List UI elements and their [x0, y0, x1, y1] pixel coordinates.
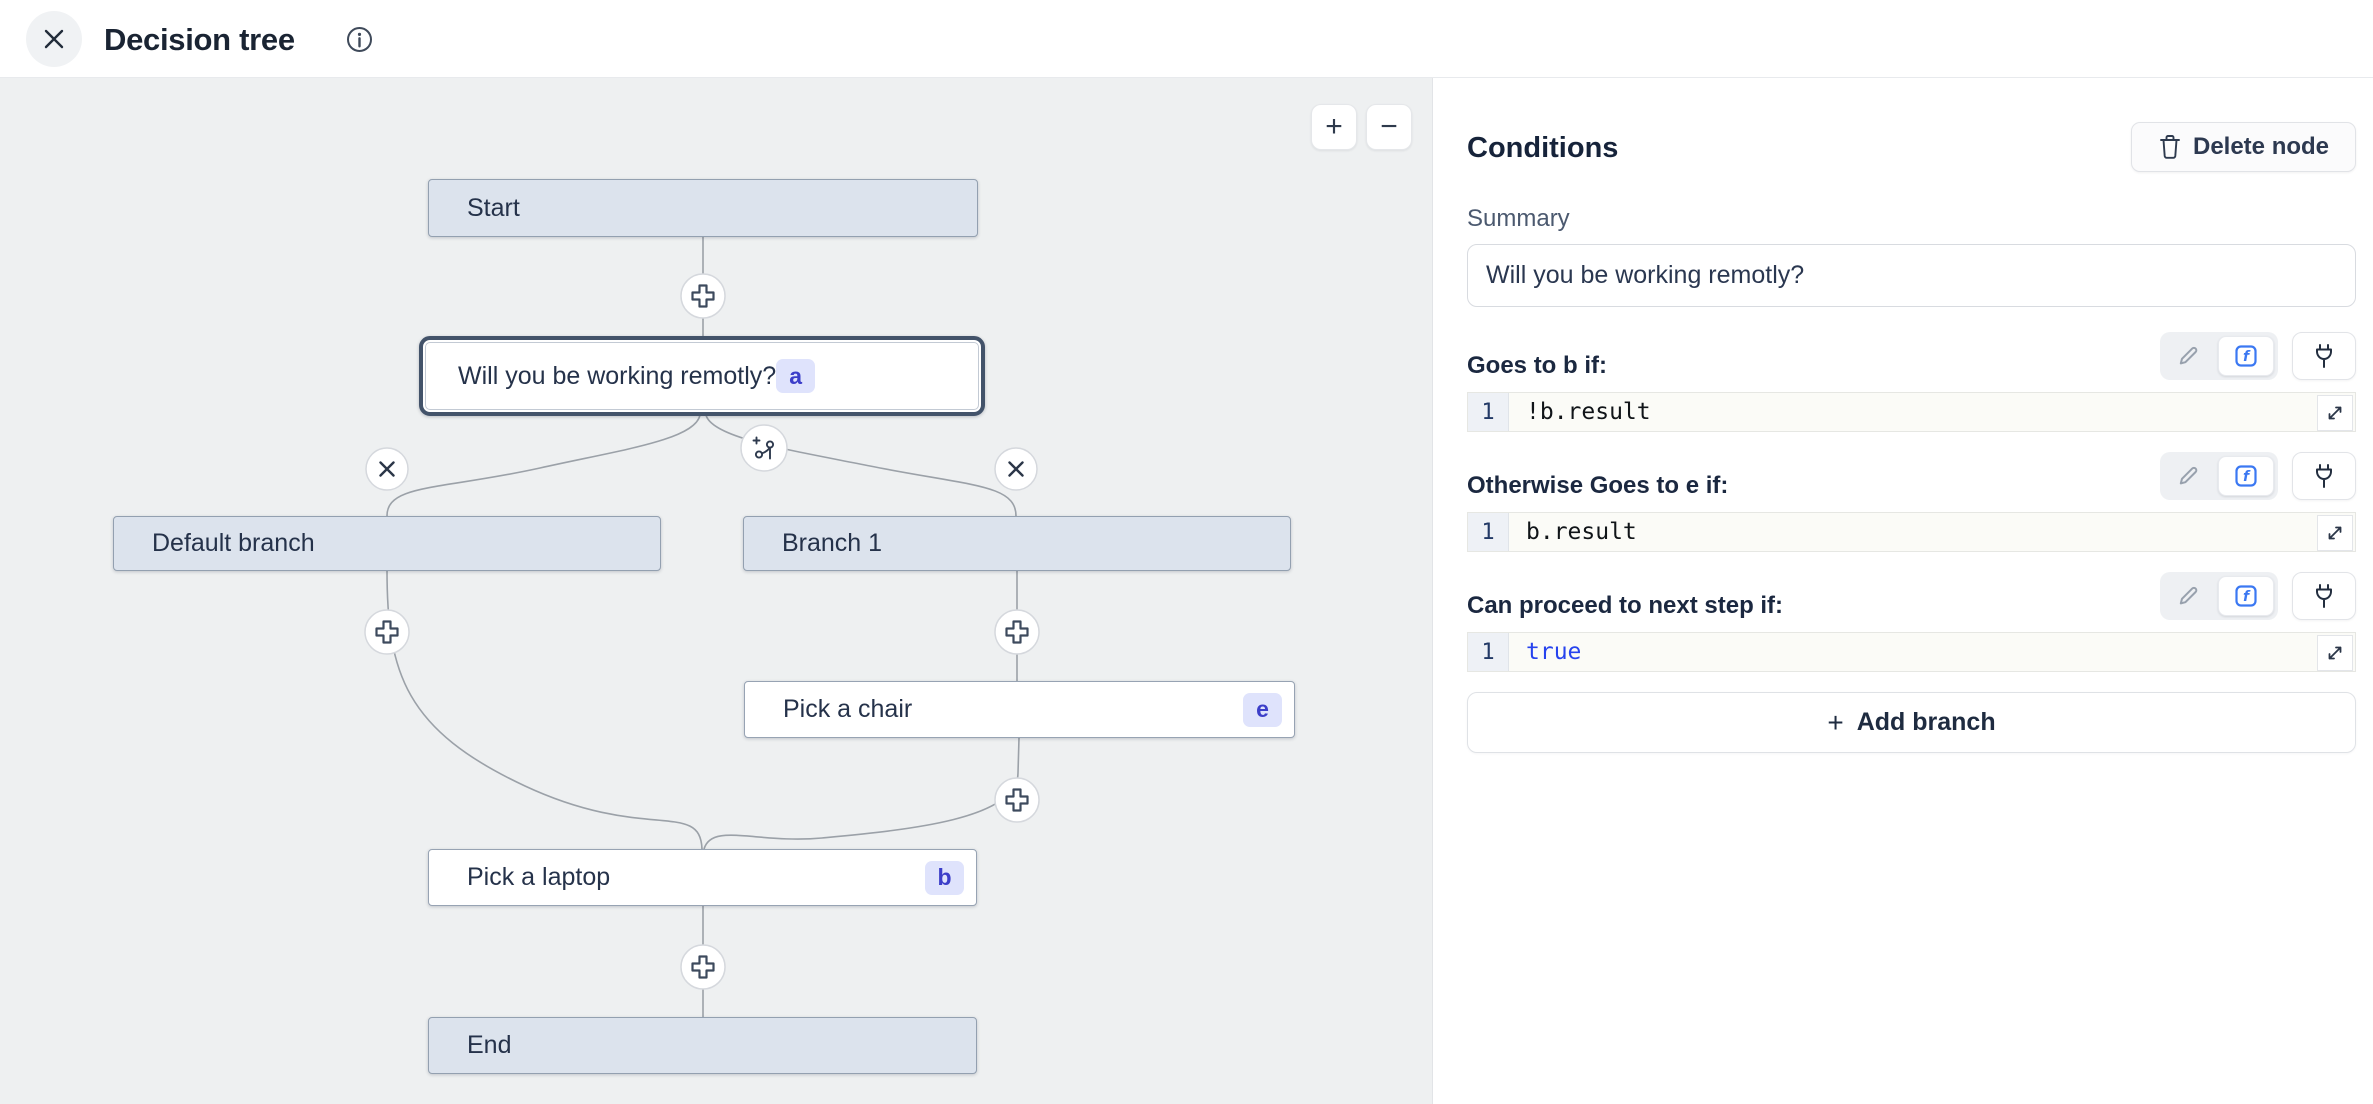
text-mode-button[interactable]: [2160, 345, 2218, 367]
node-pick-chair[interactable]: Pick a chair e: [744, 681, 1295, 738]
node-label: Will you be working remotly?: [458, 362, 776, 391]
add-node-button[interactable]: [681, 274, 725, 318]
add-node-button[interactable]: [995, 778, 1039, 822]
summary-label: Summary: [1467, 205, 1570, 233]
line-number: 1: [1468, 393, 1509, 431]
connect-data-button[interactable]: [2292, 332, 2356, 380]
expand-icon: [2325, 523, 2345, 543]
expand-icon: [2325, 643, 2345, 663]
text-mode-button[interactable]: [2160, 465, 2218, 487]
svg-text:f: f: [2243, 469, 2251, 485]
plug-icon: [2311, 463, 2337, 489]
expand-editor-button[interactable]: [2317, 515, 2353, 551]
node-question-selected[interactable]: Will you be working remotly? a: [419, 336, 985, 416]
code-value: !b.result: [1509, 393, 1651, 431]
delete-node-label: Delete node: [2193, 133, 2329, 161]
condition-label: Otherwise Goes to e if:: [1467, 472, 1728, 500]
conditions-panel: Conditions Delete node Summary Will you …: [1433, 78, 2373, 1104]
editor-mode-toggle: f: [2160, 452, 2278, 500]
node-branch-1[interactable]: Branch 1: [743, 516, 1291, 571]
minus-icon: −: [1380, 112, 1398, 142]
function-icon: f: [2234, 584, 2258, 608]
code-value: b.result: [1509, 513, 1637, 551]
code-editor-otherwise-goes-to-e[interactable]: 1 b.result: [1467, 512, 2356, 552]
pencil-icon: [2178, 345, 2200, 367]
condition-row-header: Goes to b if: f: [1467, 331, 2356, 381]
page-title: Decision tree: [104, 22, 295, 58]
node-label: Pick a chair: [783, 695, 1243, 724]
trash-icon: [2158, 134, 2182, 160]
node-end[interactable]: End: [428, 1017, 977, 1074]
node-label: Start: [467, 194, 977, 223]
add-branch-label: Add branch: [1857, 708, 1996, 737]
delete-node-button[interactable]: Delete node: [2131, 122, 2356, 172]
plug-icon: [2311, 583, 2337, 609]
close-button[interactable]: [26, 11, 82, 67]
node-label: Branch 1: [782, 529, 1290, 558]
add-node-button[interactable]: [681, 945, 725, 989]
panel-title: Conditions: [1467, 132, 1618, 165]
flow-canvas[interactable]: Start Will you be working remotly? a Def…: [0, 78, 1433, 1104]
pencil-icon: [2178, 585, 2200, 607]
add-branch-fork-button[interactable]: [741, 425, 787, 471]
condition-row-header: Otherwise Goes to e if: f: [1467, 451, 2356, 501]
info-icon[interactable]: [346, 26, 373, 53]
close-icon: [42, 27, 66, 51]
node-pick-laptop[interactable]: Pick a laptop b: [428, 849, 977, 906]
function-icon: f: [2234, 464, 2258, 488]
node-badge: a: [776, 359, 815, 393]
expand-icon: [2325, 403, 2345, 423]
summary-value: Will you be working remotly?: [1486, 261, 1804, 290]
code-value: true: [1509, 633, 1581, 671]
code-editor-goes-to-b[interactable]: 1 !b.result: [1467, 392, 2356, 432]
node-badge: e: [1243, 693, 1282, 727]
line-number: 1: [1468, 513, 1509, 551]
text-mode-button[interactable]: [2160, 585, 2218, 607]
delete-edge-button-right[interactable]: [995, 448, 1037, 490]
add-node-button[interactable]: [365, 610, 409, 654]
decision-tree-editor: Decision tree: [0, 0, 2373, 1104]
add-node-button[interactable]: [995, 610, 1039, 654]
connect-data-button[interactable]: [2292, 572, 2356, 620]
pencil-icon: [2178, 465, 2200, 487]
condition-row-header: Can proceed to next step if: f: [1467, 571, 2356, 621]
connect-data-button[interactable]: [2292, 452, 2356, 500]
plus-icon: +: [1325, 112, 1343, 142]
node-label: Pick a laptop: [467, 863, 925, 892]
editor-mode-toggle: f: [2160, 332, 2278, 380]
fx-mode-button[interactable]: f: [2218, 456, 2274, 496]
editor-mode-toggle: f: [2160, 572, 2278, 620]
header: Decision tree: [0, 0, 2373, 78]
condition-label: Can proceed to next step if:: [1467, 592, 1783, 620]
node-label: Default branch: [152, 529, 660, 558]
svg-text:f: f: [2243, 349, 2251, 365]
node-label: End: [467, 1031, 976, 1060]
expand-editor-button[interactable]: [2317, 635, 2353, 671]
plus-icon: +: [1827, 709, 1843, 737]
zoom-out-button[interactable]: −: [1366, 104, 1412, 150]
condition-label: Goes to b if:: [1467, 352, 1607, 380]
fx-mode-button[interactable]: f: [2218, 336, 2274, 376]
function-icon: f: [2234, 344, 2258, 368]
summary-input[interactable]: Will you be working remotly?: [1467, 244, 2356, 307]
line-number: 1: [1468, 633, 1509, 671]
add-branch-button[interactable]: + Add branch: [1467, 692, 2356, 753]
node-start[interactable]: Start: [428, 179, 978, 237]
plug-icon: [2311, 343, 2337, 369]
svg-text:f: f: [2243, 589, 2251, 605]
zoom-in-button[interactable]: +: [1311, 104, 1357, 150]
code-editor-can-proceed[interactable]: 1 true: [1467, 632, 2356, 672]
fx-mode-button[interactable]: f: [2218, 576, 2274, 616]
delete-edge-button-left[interactable]: [366, 448, 408, 490]
node-badge: b: [925, 861, 964, 895]
node-default-branch[interactable]: Default branch: [113, 516, 661, 571]
expand-editor-button[interactable]: [2317, 395, 2353, 431]
